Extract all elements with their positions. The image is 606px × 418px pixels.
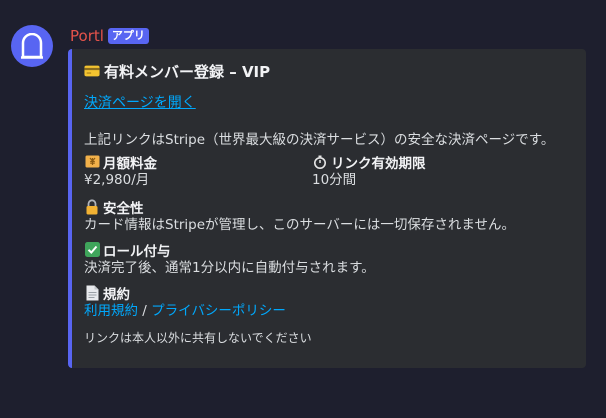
field-value: 決済完了後、通常1分以内に自動付与されます。 (84, 260, 375, 276)
field-security: 安全性 カード情報はStripeが管理し、このサーバーには一切保存されません。 (84, 197, 574, 235)
field-name: 規約 (103, 286, 130, 303)
message-header: Portl アプリ (70, 26, 149, 46)
portal-arch-icon (21, 33, 43, 59)
field-role-grant: ロール付与 決済完了後、通常1分以内に自動付与されます。 (84, 240, 574, 278)
inline-fields: 月額料金 ¥2,980/月 リンク有効期限 10分間 (84, 152, 574, 192)
checkout-link[interactable]: 決済ページを開く (84, 92, 196, 111)
field-name: 安全性 (103, 200, 144, 217)
check-mark-icon (84, 242, 100, 258)
chat-message: Portl アプリ 有料メンバー登録 – VIP 決済ページを開く 上記リンクは… (0, 0, 606, 418)
embed-title-text: 有料メンバー登録 – VIP (104, 62, 271, 81)
embed-card: 有料メンバー登録 – VIP 決済ページを開く 上記リンクはStripe（世界最… (68, 49, 586, 368)
terms-of-service-link[interactable]: 利用規約 (84, 303, 138, 319)
bot-avatar[interactable] (11, 25, 53, 67)
credit-card-icon (84, 63, 100, 79)
field-name: ロール付与 (103, 243, 171, 260)
page-icon (84, 285, 100, 301)
privacy-policy-link[interactable]: プライバシーポリシー (151, 303, 286, 319)
field-name: 月額料金 (103, 155, 157, 172)
embed-title: 有料メンバー登録 – VIP (84, 61, 574, 81)
field-name: リンク有効期限 (331, 155, 426, 172)
username[interactable]: Portl (70, 27, 104, 45)
lock-icon (84, 198, 100, 215)
field-value: 利用規約 / プライバシーポリシー (84, 302, 574, 321)
embed-description: 上記リンクはStripe（世界最大級の決済サービス）の安全な決済ページです。 (84, 132, 555, 148)
field-terms: 規約 利用規約 / プライバシーポリシー (84, 283, 574, 321)
embed-footer: リンクは本人以外に共有しないでください (84, 331, 312, 345)
field-link-expiry: リンク有効期限 10分間 (312, 152, 540, 192)
link-separator: / (138, 303, 152, 319)
field-value: ¥2,980/月 (84, 172, 150, 188)
yen-banknote-icon (84, 154, 100, 170)
field-value: 10分間 (312, 172, 357, 188)
stopwatch-icon (312, 154, 328, 170)
app-badge: アプリ (107, 28, 149, 44)
field-monthly-price: 月額料金 ¥2,980/月 (84, 152, 312, 192)
field-value: カード情報はStripeが管理し、このサーバーには一切保存されません。 (84, 217, 515, 233)
